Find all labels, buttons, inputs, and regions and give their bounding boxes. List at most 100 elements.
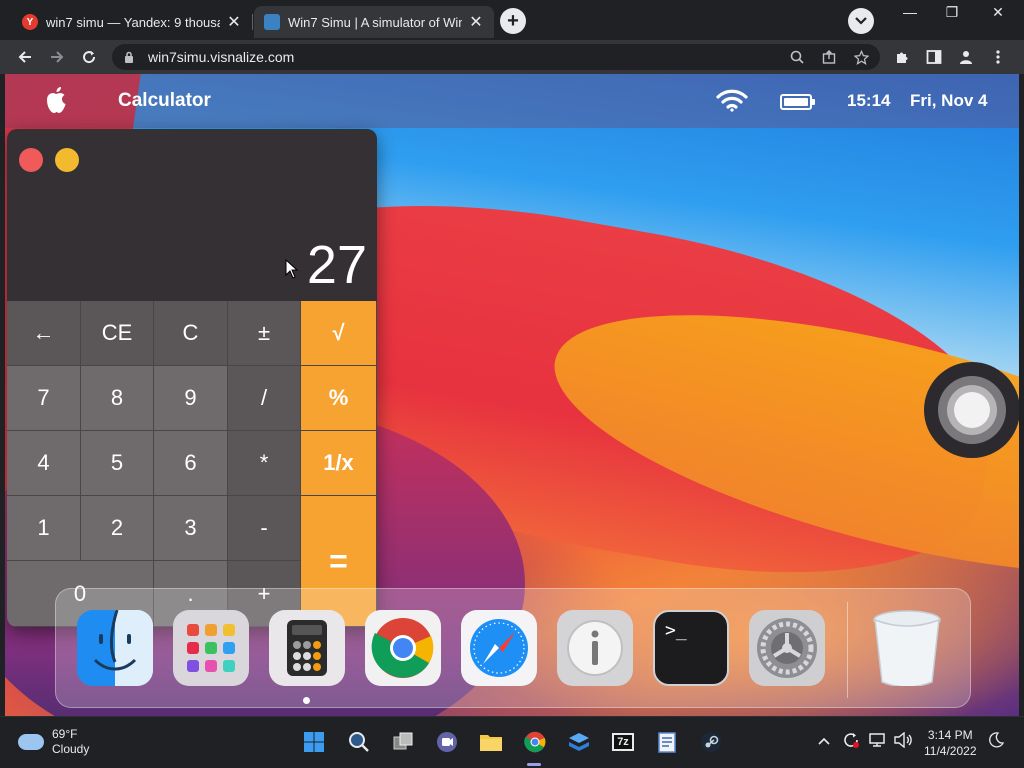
battery-icon[interactable]: [780, 94, 815, 110]
calculator-display: 27: [306, 235, 367, 295]
safari-icon: [470, 619, 528, 677]
close-window-button[interactable]: [19, 148, 43, 172]
dock-separator: [847, 602, 848, 698]
info-icon: [567, 620, 623, 676]
start-button[interactable]: [301, 729, 327, 755]
taskbar-chrome-button[interactable]: [522, 729, 548, 755]
square-root-key[interactable]: √: [301, 301, 377, 366]
system-preferences-icon: [757, 618, 817, 678]
restore-window-button[interactable]: ❐: [932, 4, 972, 22]
digit-2-key[interactable]: 2: [81, 496, 154, 561]
search-icon: [349, 732, 369, 752]
divide-key[interactable]: /: [228, 366, 301, 431]
share-icon[interactable]: [820, 48, 838, 66]
chrome-icon: [524, 731, 546, 753]
apple-logo-icon[interactable]: [43, 86, 69, 114]
plus-minus-key[interactable]: ±: [228, 301, 301, 366]
close-window-button[interactable]: ✕: [978, 4, 1018, 22]
tray-overflow-button[interactable]: [818, 733, 830, 748]
tab-win7simu[interactable]: Win7 Simu | A simulator of Wind ✕: [254, 6, 494, 38]
minimize-window-button[interactable]: —: [890, 4, 930, 22]
dock-finder[interactable]: [77, 610, 153, 686]
7zip-icon: 7z: [612, 733, 634, 751]
taskbar-notepad-button[interactable]: [654, 729, 680, 755]
tray-network-button[interactable]: [868, 732, 886, 751]
assistive-touch-button[interactable]: [924, 362, 1019, 458]
stack-app-icon: [569, 733, 589, 751]
win7simu-favicon-icon: [264, 14, 280, 30]
terminal-icon: >_: [665, 620, 687, 641]
bookmark-star-icon[interactable]: [852, 48, 870, 66]
zoom-icon[interactable]: [788, 48, 806, 66]
clear-key[interactable]: C: [154, 301, 228, 366]
taskbar-app-button[interactable]: [566, 729, 592, 755]
wifi-icon[interactable]: [715, 88, 749, 112]
calculator-icon: [287, 620, 327, 676]
active-app-name[interactable]: Calculator: [118, 90, 211, 112]
mouse-pointer-icon: [285, 259, 299, 279]
simulator-desktop: Calculator 15:14 Fri, Nov 4 27 ← CE C ± √ 7 8 9…: [5, 74, 1019, 716]
forward-button[interactable]: [46, 46, 68, 68]
menu-button[interactable]: [987, 46, 1009, 68]
active-app-indicator: [527, 763, 541, 766]
subtract-key[interactable]: -: [228, 496, 301, 561]
digit-9-key[interactable]: 9: [154, 366, 228, 431]
new-tab-button[interactable]: +: [500, 8, 526, 34]
moon-icon: [989, 732, 1005, 748]
tab-yandex[interactable]: Y win7 simu — Yandex: 9 thousand ✕: [12, 6, 252, 38]
tab-search-button[interactable]: [848, 8, 874, 34]
digit-3-key[interactable]: 3: [154, 496, 228, 561]
close-tab-button[interactable]: ✕: [468, 12, 484, 32]
folder-icon: [480, 735, 502, 751]
digit-1-key[interactable]: 1: [7, 496, 81, 561]
dock-launchpad[interactable]: [173, 610, 249, 686]
close-tab-button[interactable]: ✕: [226, 12, 242, 32]
back-button[interactable]: [14, 46, 36, 68]
notepad-icon: [658, 732, 676, 753]
dock-system-preferences[interactable]: [749, 610, 825, 686]
network-icon: [869, 733, 885, 747]
file-explorer-button[interactable]: [478, 729, 504, 755]
arrow-right-icon: [51, 51, 64, 63]
puzzle-icon: [897, 52, 908, 63]
digit-7-key[interactable]: 7: [7, 366, 81, 431]
taskbar-steam-button[interactable]: [698, 729, 724, 755]
digit-5-key[interactable]: 5: [81, 431, 154, 496]
dock-chrome[interactable]: [365, 610, 441, 686]
side-panel-button[interactable]: [923, 46, 945, 68]
multiply-key[interactable]: *: [228, 431, 301, 496]
extensions-button[interactable]: [891, 46, 913, 68]
taskbar-chat-button[interactable]: [434, 729, 460, 755]
dock-calculator[interactable]: [269, 610, 345, 686]
menu-clock-time[interactable]: 15:14: [847, 91, 890, 111]
percent-key[interactable]: %: [301, 366, 377, 431]
reload-button[interactable]: [78, 46, 100, 68]
calculator-window: 27 ← CE C ± √ 7 8 9/% 4 5 6 * 1/x 1 2 3- = 0. +: [7, 129, 377, 627]
tray-volume-button[interactable]: [893, 731, 913, 751]
tray-focus-button[interactable]: [988, 732, 1005, 751]
side-panel-icon: [926, 50, 942, 64]
dock-safari[interactable]: [461, 610, 537, 686]
digit-8-key[interactable]: 8: [81, 366, 154, 431]
taskbar-search-button[interactable]: [346, 729, 372, 755]
taskbar-7zip-button[interactable]: 7z: [610, 729, 636, 755]
address-bar[interactable]: win7simu.visnalize.com: [112, 44, 880, 70]
clear-entry-key[interactable]: CE: [81, 301, 154, 366]
dock-terminal[interactable]: >_: [653, 610, 729, 686]
minimize-window-button[interactable]: [55, 148, 79, 172]
dock-info[interactable]: [557, 610, 633, 686]
tab-title: Win7 Simu | A simulator of Wind: [288, 14, 462, 30]
menu-clock-date[interactable]: Fri, Nov 4: [910, 91, 987, 111]
backspace-key[interactable]: ←: [7, 301, 81, 366]
weather-widget[interactable]: 69°F Cloudy: [18, 727, 89, 757]
reciprocal-key[interactable]: 1/x: [301, 431, 377, 496]
dock-trash[interactable]: [869, 610, 945, 686]
digit-4-key[interactable]: 4: [7, 431, 81, 496]
task-view-button[interactable]: [390, 729, 416, 755]
trash-icon: [873, 610, 941, 686]
digit-6-key[interactable]: 6: [154, 431, 228, 496]
taskbar-clock[interactable]: 3:14 PM 11/4/2022: [924, 727, 977, 759]
tray-sync-button[interactable]: [842, 731, 860, 752]
profile-button[interactable]: [955, 46, 977, 68]
steam-icon: [701, 732, 721, 752]
